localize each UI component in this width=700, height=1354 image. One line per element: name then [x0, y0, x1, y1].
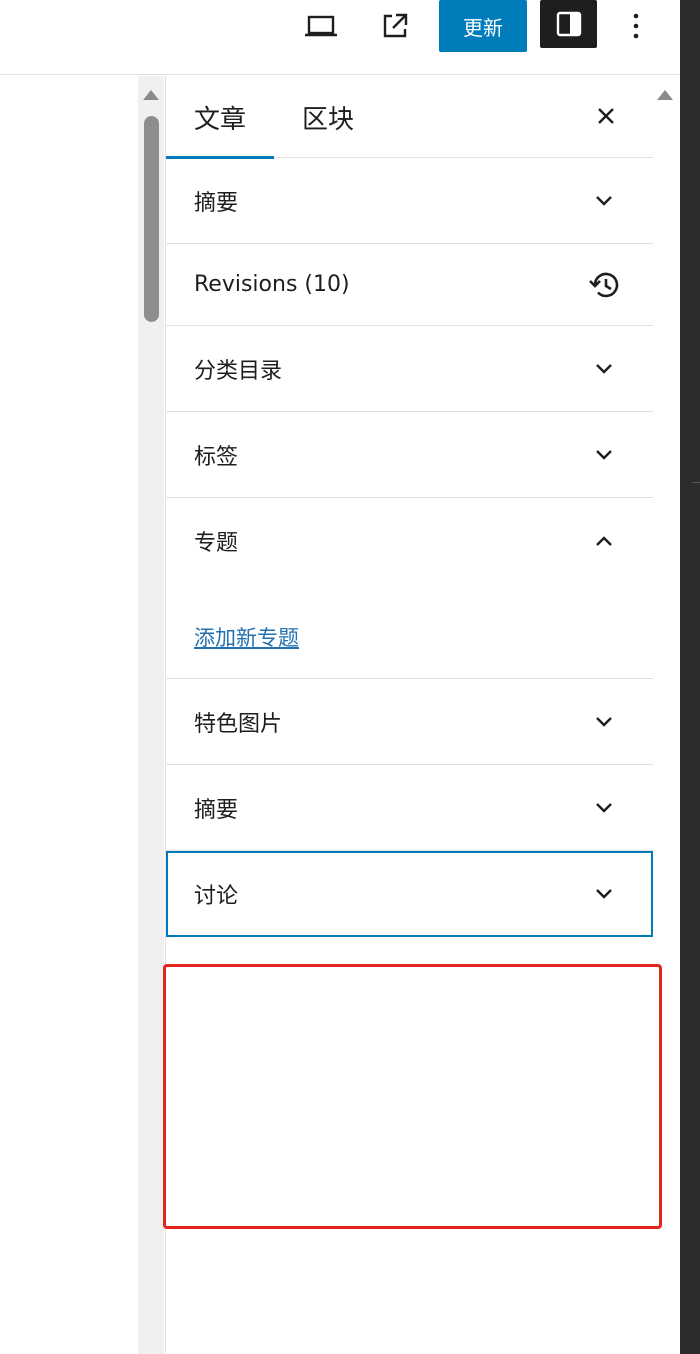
- sidebar-scroll-up-arrow-icon[interactable]: [657, 90, 673, 100]
- panel-tags[interactable]: 标签: [166, 412, 653, 498]
- highlight-box: [163, 964, 662, 1229]
- panel-label: 特色图片: [194, 711, 283, 737]
- panel-featured-image[interactable]: 特色图片: [166, 679, 653, 765]
- panel-label: 标签: [194, 444, 239, 470]
- panel-discussion[interactable]: 讨论: [166, 851, 653, 937]
- laptop-icon: [305, 15, 337, 37]
- sidebar-panel-icon: [556, 11, 581, 37]
- panel-revisions[interactable]: Revisions (10): [166, 244, 653, 326]
- chevron-up-icon: [584, 498, 624, 584]
- tab-block[interactable]: 区块: [302, 76, 354, 158]
- editor-scrollbar-thumb[interactable]: [144, 116, 159, 322]
- chevron-down-icon: [584, 412, 624, 497]
- chevron-down-icon: [584, 765, 624, 850]
- external-link-icon: [383, 13, 408, 38]
- panel-excerpt[interactable]: 摘要: [166, 765, 653, 851]
- settings-toggle-button[interactable]: [540, 0, 597, 48]
- update-button[interactable]: 更新: [439, 0, 527, 52]
- editor-toolbar: 更新: [0, 0, 680, 75]
- options-menu-button[interactable]: [618, 0, 654, 52]
- view-post-button[interactable]: [374, 0, 416, 52]
- chevron-down-icon: [584, 679, 624, 764]
- sidebar-tabs: 文章 区块: [166, 76, 653, 159]
- panel-label: 摘要: [194, 190, 239, 216]
- history-icon: [584, 244, 624, 325]
- scroll-up-arrow-icon[interactable]: [143, 90, 159, 100]
- panel-label: 专题: [194, 531, 239, 556]
- panel-topics[interactable]: 专题 添加新专题: [166, 498, 653, 679]
- panel-label: 分类目录: [194, 358, 283, 384]
- close-sidebar-button[interactable]: [586, 96, 626, 136]
- panel-label: 讨论: [194, 884, 239, 909]
- panel-summary[interactable]: 摘要: [166, 158, 653, 244]
- panel-categories[interactable]: 分类目录: [166, 326, 653, 412]
- panel-label: 摘要: [194, 797, 239, 823]
- window-edge: [680, 0, 700, 1354]
- add-new-topic-link[interactable]: 添加新专题: [194, 622, 299, 652]
- chevron-down-icon: [584, 158, 624, 243]
- preview-button[interactable]: [300, 0, 342, 52]
- chevron-down-icon: [584, 326, 624, 411]
- chevron-down-icon: [584, 853, 624, 935]
- editor-canvas[interactable]: [0, 76, 138, 1354]
- tab-post[interactable]: 文章: [166, 76, 274, 159]
- panel-label: Revisions (10): [194, 272, 350, 297]
- close-icon: [598, 108, 614, 124]
- vertical-dots-icon: [633, 13, 639, 39]
